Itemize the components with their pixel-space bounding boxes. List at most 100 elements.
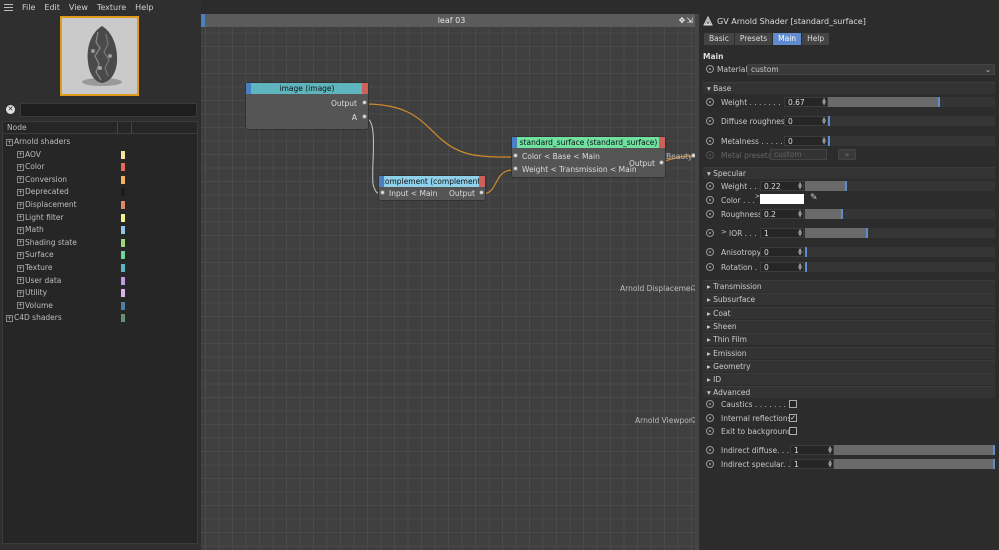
color-input-port[interactable] (513, 153, 518, 158)
base-weight-animate-radio[interactable] (706, 98, 714, 106)
indirect-diffuse-slider[interactable] (834, 445, 995, 455)
image-node[interactable]: image (image) Output A (246, 83, 368, 129)
section-advanced[interactable]: ▾ Advanced (703, 386, 995, 398)
tree-node-icon[interactable]: + (17, 151, 24, 159)
specular-roughness-animate-radio[interactable] (706, 210, 714, 218)
indirect-diffuse-animate-radio[interactable] (706, 446, 714, 454)
tree-item[interactable]: + Surface (17, 249, 125, 261)
indirect-specular-animate-radio[interactable] (706, 460, 714, 468)
tree-node-icon[interactable]: + (17, 201, 24, 209)
specular-ior-input[interactable]: 1 ▲ ▼ (760, 228, 804, 238)
section-thin-film[interactable]: ▸ Thin Film (703, 333, 995, 346)
complement-node[interactable]: complement (complement) Input < Main Out… (379, 176, 485, 200)
tab-basic[interactable]: Basic (704, 33, 734, 45)
metalness-animate-radio[interactable] (706, 137, 714, 145)
tree-node-icon[interactable]: + (17, 264, 24, 272)
specular-roughness-input[interactable]: 0.2 ▲ ▼ (760, 209, 804, 219)
complement-input-port[interactable] (380, 190, 385, 195)
spinner-icon[interactable]: ▲ ▼ (822, 137, 826, 146)
tree-item[interactable]: + Light filter (17, 212, 125, 224)
specular-ior-animate-radio[interactable] (706, 229, 714, 237)
menu-edit[interactable]: Edit (44, 3, 60, 12)
section-emission[interactable]: ▸ Emission (703, 346, 995, 359)
specular-ior-slider[interactable] (805, 228, 995, 238)
section-subsurface[interactable]: ▸ Subsurface (703, 293, 995, 306)
specular-weight-input[interactable]: 0.22 ▲ ▼ (760, 181, 804, 191)
internal-reflections-animate-radio[interactable] (706, 414, 714, 422)
spinner-icon[interactable]: ▲ ▼ (828, 446, 832, 455)
standard-output-port[interactable] (659, 160, 664, 165)
search-input[interactable] (20, 103, 197, 117)
specular-rotation-input[interactable]: 0 ▲ ▼ (760, 262, 804, 272)
menu-help[interactable]: Help (135, 3, 153, 12)
spinner-icon[interactable]: ▲ ▼ (798, 248, 802, 257)
standard-surface-node[interactable]: standard_surface (standard_surface) Colo… (512, 137, 665, 177)
base-weight-slider[interactable] (828, 97, 995, 107)
tree-node-icon[interactable]: + (17, 302, 24, 310)
tree-item[interactable]: + Displacement (17, 199, 125, 211)
metal-presets-dropdown[interactable]: custom (770, 149, 827, 160)
material-preview-thumbnail[interactable] (60, 16, 139, 96)
specular-weight-animate-radio[interactable] (706, 182, 714, 190)
internal-reflections-checkbox[interactable]: ✓ (789, 414, 797, 422)
menu-file[interactable]: File (22, 3, 35, 12)
diffuse-roughness-slider[interactable] (828, 116, 995, 126)
menu-view[interactable]: View (69, 3, 88, 12)
section-coat[interactable]: ▸ Coat (703, 306, 995, 319)
tab-main[interactable]: Main (773, 33, 802, 45)
ior-expand-icon[interactable]: > (721, 228, 727, 236)
specular-roughness-slider[interactable] (805, 209, 995, 219)
section-base[interactable]: ▾ Base (703, 82, 995, 94)
menu-texture[interactable]: Texture (97, 3, 126, 12)
tree-item[interactable]: + Math (17, 224, 125, 236)
tab-presets[interactable]: Presets (734, 33, 773, 45)
specular-color-swatch[interactable] (760, 194, 804, 204)
metal-presets-animate-radio[interactable] (706, 151, 714, 159)
tree-item[interactable]: + Deprecated (17, 186, 125, 198)
spinner-icon[interactable]: ▲ ▼ (798, 229, 802, 238)
spinner-icon[interactable]: ▲ ▼ (822, 98, 826, 107)
section-id[interactable]: ▸ ID (703, 373, 995, 386)
section-sheen[interactable]: ▸ Sheen (703, 319, 995, 332)
tree-node-icon[interactable]: + (17, 277, 24, 285)
tree-item[interactable]: + Color (17, 161, 125, 173)
expand-icon[interactable]: + (6, 314, 13, 322)
base-weight-input[interactable]: 0.67 ▲ ▼ (784, 97, 828, 107)
tree-item[interactable]: + Utility (17, 287, 125, 299)
tree-node-icon[interactable]: + (17, 176, 24, 184)
tab-help[interactable]: Help (802, 33, 830, 45)
exit-to-background-animate-radio[interactable] (706, 427, 714, 435)
clear-search-icon[interactable]: ✕ (6, 105, 15, 114)
tree-node-icon[interactable]: + (17, 289, 24, 297)
complement-node-header[interactable]: complement (complement) (379, 176, 485, 187)
specular-anisotropy-input[interactable]: 0 ▲ ▼ (760, 247, 804, 257)
eyedropper-icon[interactable]: ✎ (810, 193, 818, 203)
caustics-checkbox[interactable] (789, 400, 797, 408)
standard-surface-node-header[interactable]: standard_surface (standard_surface) (512, 137, 665, 148)
specular-rotation-slider[interactable] (805, 262, 995, 272)
specular-color-animate-radio[interactable] (706, 196, 714, 204)
specular-weight-slider-knob[interactable] (844, 181, 847, 191)
diffuse-roughness-animate-radio[interactable] (706, 117, 714, 125)
tree-node-icon[interactable]: + (17, 214, 24, 222)
weight-input-port[interactable] (513, 166, 518, 171)
image-a-port[interactable] (362, 114, 367, 119)
indirect-specular-slider-knob[interactable] (993, 459, 995, 469)
image-node-header[interactable]: image (image) (246, 83, 368, 94)
specular-rotation-animate-radio[interactable] (706, 263, 714, 271)
tree-item[interactable]: + Shading state (17, 237, 125, 249)
tree-node-icon[interactable]: + (17, 188, 24, 196)
specular-anisotropy-animate-radio[interactable] (706, 248, 714, 256)
indirect-diffuse-input[interactable]: 1 ▲ ▼ (790, 445, 834, 455)
metalness-slider[interactable] (828, 136, 995, 146)
tree-item[interactable]: + Arnold shaders (6, 136, 70, 148)
specular-weight-slider[interactable] (805, 181, 995, 191)
material-dropdown[interactable]: custom ⌄ (747, 64, 995, 75)
metal-presets-apply-button[interactable]: » (838, 149, 856, 160)
section-specular[interactable]: ▾ Specular (703, 167, 995, 179)
spinner-icon[interactable]: ▲ ▼ (828, 460, 832, 469)
specular-rotation-slider-knob[interactable] (805, 262, 807, 272)
tree-node-icon[interactable]: + (17, 251, 24, 259)
section-geometry[interactable]: ▸ Geometry (703, 359, 995, 372)
caustics-animate-radio[interactable] (706, 400, 714, 408)
